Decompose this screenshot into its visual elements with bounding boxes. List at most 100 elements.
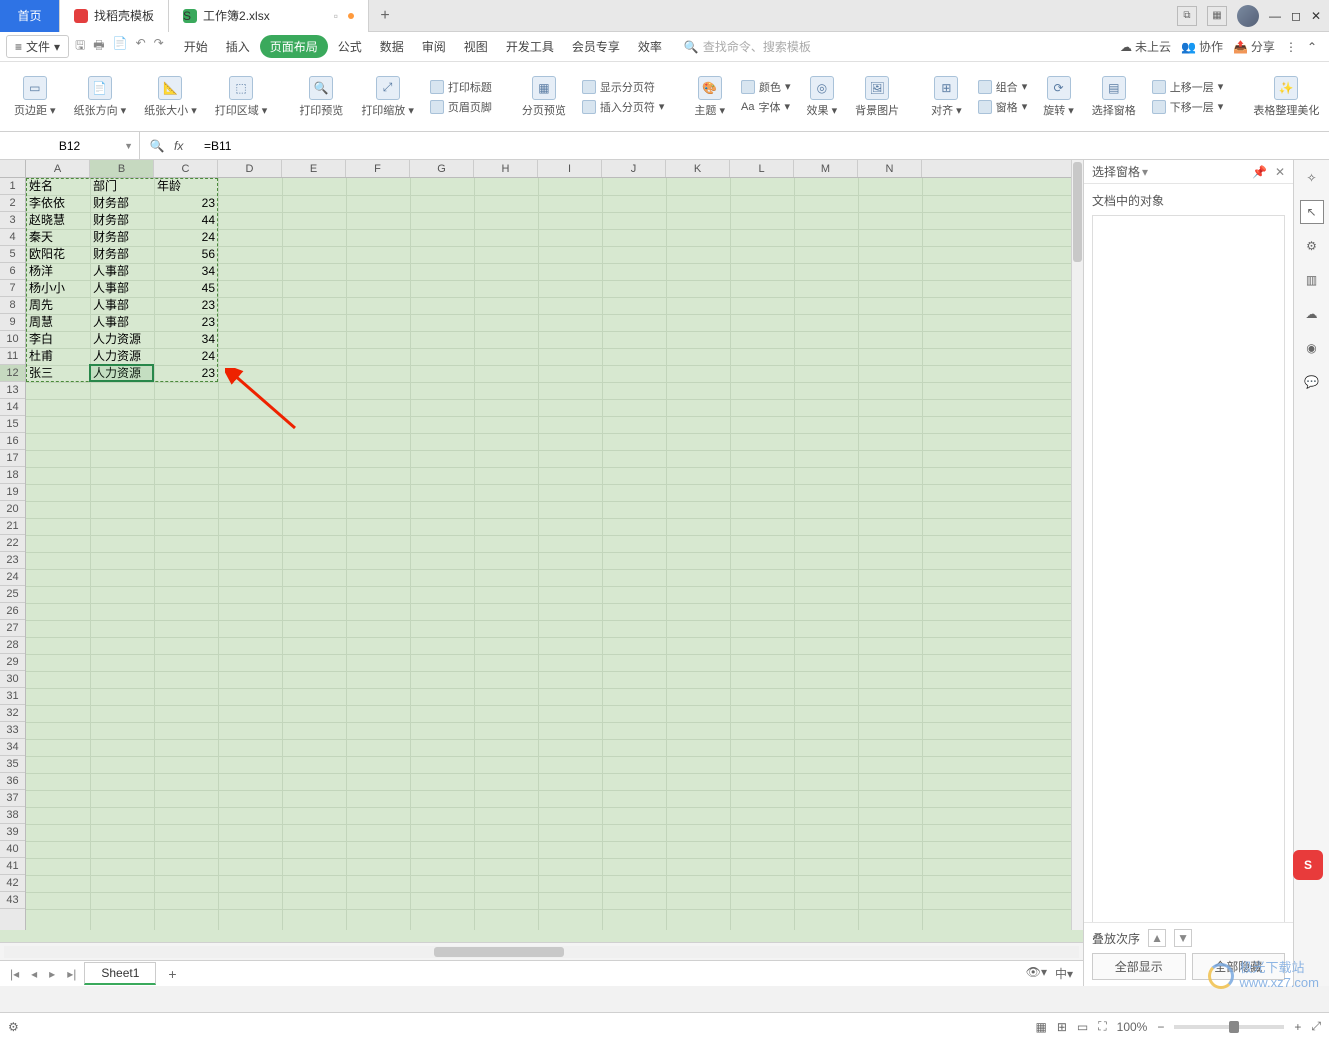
zoom-in-button[interactable]: + (1294, 1020, 1301, 1034)
cell[interactable]: 秦天 (26, 229, 90, 246)
ribbon-theme[interactable]: 🎨主题 ▾ (688, 76, 731, 118)
cell[interactable]: 34 (154, 331, 218, 348)
zoom-value[interactable]: 100% (1117, 1020, 1148, 1034)
row-header[interactable]: 10 (0, 331, 25, 348)
column-header[interactable]: J (602, 160, 666, 177)
view-fullscreen-icon[interactable]: ⛶ (1098, 1019, 1106, 1034)
cell[interactable]: 23 (154, 297, 218, 314)
cell[interactable]: 人事部 (90, 263, 154, 280)
cell[interactable]: 周慧 (26, 314, 90, 331)
ribbon-bg-image[interactable]: 🖼背景图片 (849, 76, 905, 118)
strip-location-icon[interactable]: ◉ (1300, 336, 1324, 360)
menu-tab-3[interactable]: 公式 (330, 35, 370, 58)
ribbon-print-titles[interactable]: 打印标题 (430, 79, 492, 95)
view-eye-icon[interactable]: 👁▾ (1026, 965, 1047, 982)
panel-close-icon[interactable]: ✕ (1275, 165, 1285, 179)
ribbon-pane[interactable]: 窗格 ▾ (978, 99, 1028, 115)
row-header[interactable]: 40 (0, 841, 25, 858)
cell[interactable]: 人事部 (90, 280, 154, 297)
row-header[interactable]: 24 (0, 569, 25, 586)
window-maximize-button[interactable]: ◻ (1291, 9, 1301, 23)
menu-tab-5[interactable]: 审阅 (414, 35, 454, 58)
apps-icon[interactable]: ▦ (1207, 6, 1227, 26)
command-search[interactable]: 🔍 查找命令、搜索模板 (684, 38, 811, 55)
row-header[interactable]: 9 (0, 314, 25, 331)
row-header[interactable]: 11 (0, 348, 25, 365)
select-all-corner[interactable] (0, 160, 26, 178)
column-header[interactable]: M (794, 160, 858, 177)
cell[interactable]: 欧阳花 (26, 246, 90, 263)
cell[interactable]: 部门 (90, 178, 154, 195)
ribbon-rotate[interactable]: ⟳旋转 ▾ (1037, 76, 1080, 118)
move-up-button[interactable]: ▲ (1148, 929, 1166, 947)
cell[interactable]: 56 (154, 246, 218, 263)
print-icon[interactable]: 🖶 (93, 36, 104, 57)
menu-tab-1[interactable]: 插入 (218, 35, 258, 58)
column-header[interactable]: I (538, 160, 602, 177)
collab-button[interactable]: 👥 协作 (1181, 38, 1223, 55)
row-header[interactable]: 20 (0, 501, 25, 518)
zoom-fit-icon[interactable]: ⤢ (1311, 1019, 1321, 1034)
show-all-button[interactable]: 全部显示 (1092, 953, 1186, 980)
ribbon-pagebreak-preview[interactable]: ▦分页预览 (516, 76, 572, 118)
ribbon-header-footer[interactable]: 页眉页脚 (430, 99, 492, 115)
tab-add-button[interactable]: + (369, 7, 401, 25)
row-header[interactable]: 27 (0, 620, 25, 637)
cell[interactable]: 45 (154, 280, 218, 297)
ribbon-theme-fonts[interactable]: Aa 字体 ▾ (741, 99, 791, 115)
ribbon-margins[interactable]: ▭页边距 ▾ (8, 76, 62, 118)
row-header[interactable]: 2 (0, 195, 25, 212)
row-header[interactable]: 12 (0, 365, 25, 382)
cell[interactable]: 周先 (26, 297, 90, 314)
ribbon-table-beautify[interactable]: ✨表格整理美化 (1247, 76, 1325, 118)
cell[interactable]: 杜甫 (26, 348, 90, 365)
row-header[interactable]: 32 (0, 705, 25, 722)
strip-select-icon[interactable]: ↖ (1300, 200, 1324, 224)
strip-sparkle-icon[interactable]: ✧ (1300, 166, 1324, 190)
ribbon-show-pagebreaks[interactable]: 显示分页符 (582, 79, 665, 95)
ribbon-send-backward[interactable]: 下移一层 ▾ (1152, 99, 1224, 115)
row-header[interactable]: 29 (0, 654, 25, 671)
tab-template[interactable]: 找稻壳模板 (60, 0, 169, 32)
column-header[interactable]: N (858, 160, 922, 177)
cell[interactable]: 李依依 (26, 195, 90, 212)
cell[interactable]: 姓名 (26, 178, 90, 195)
column-header[interactable]: C (154, 160, 218, 177)
scrollbar-thumb[interactable] (434, 947, 564, 957)
vertical-scrollbar[interactable] (1071, 160, 1083, 930)
collapse-ribbon-icon[interactable]: ⌃ (1307, 40, 1317, 54)
panel-pin-icon[interactable]: 📌 (1252, 165, 1267, 179)
row-header[interactable]: 15 (0, 416, 25, 433)
cell[interactable]: 23 (154, 365, 218, 382)
column-header[interactable]: G (410, 160, 474, 177)
row-header[interactable]: 31 (0, 688, 25, 705)
view-cn-icon[interactable]: 中▾ (1055, 965, 1073, 982)
cell[interactable]: 财务部 (90, 229, 154, 246)
ribbon-insert-pagebreak[interactable]: 插入分页符 ▾ (582, 99, 665, 115)
sheet-nav-next[interactable]: ▸ (45, 967, 59, 981)
column-header[interactable]: E (282, 160, 346, 177)
view-pagebreak-icon[interactable]: ⊞ (1057, 1020, 1067, 1034)
column-header[interactable]: B (90, 160, 154, 177)
row-header[interactable]: 7 (0, 280, 25, 297)
chevron-down-icon[interactable]: ▼ (124, 141, 133, 151)
column-header[interactable]: F (346, 160, 410, 177)
row-header[interactable]: 8 (0, 297, 25, 314)
more-icon[interactable]: ⋮ (1285, 40, 1297, 54)
row-header[interactable]: 14 (0, 399, 25, 416)
row-header[interactable]: 26 (0, 603, 25, 620)
cell[interactable]: 34 (154, 263, 218, 280)
row-header[interactable]: 1 (0, 178, 25, 195)
sheet-tab[interactable]: Sheet1 (84, 962, 156, 985)
row-header[interactable]: 23 (0, 552, 25, 569)
ribbon-align[interactable]: ⊞对齐 ▾ (925, 76, 968, 118)
share-button[interactable]: 📤 分享 (1233, 38, 1275, 55)
formula-input[interactable] (198, 139, 1329, 153)
name-box-input[interactable] (20, 139, 120, 153)
name-box[interactable]: ▼ (0, 132, 140, 159)
window-close-button[interactable]: ✕ (1311, 9, 1321, 23)
strip-chat-icon[interactable]: 💬 (1300, 370, 1324, 394)
menu-file[interactable]: ≡ 文件 ▾ (6, 35, 69, 58)
row-header[interactable]: 17 (0, 450, 25, 467)
cell[interactable]: 人力资源部 (90, 331, 154, 348)
